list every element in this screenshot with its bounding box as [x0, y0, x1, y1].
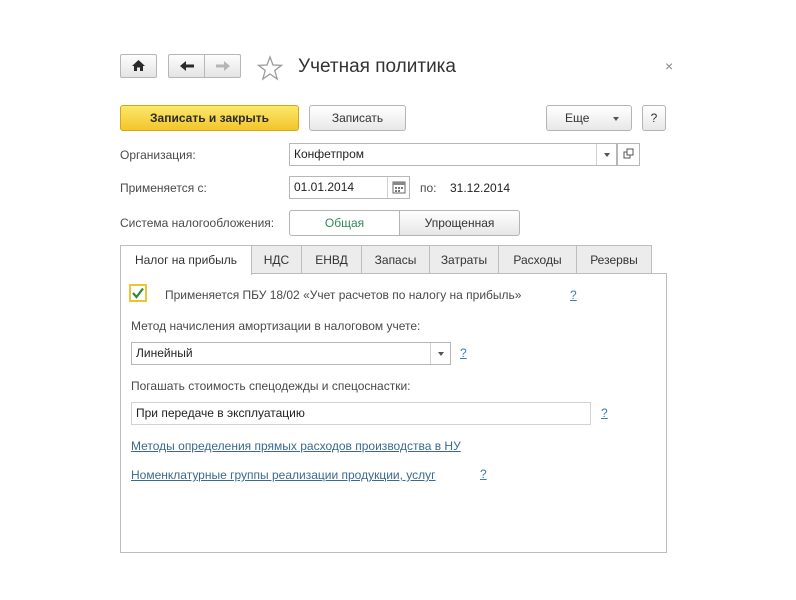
depreciation-dropdown-button[interactable]	[430, 343, 450, 364]
depreciation-method-value: Линейный	[136, 346, 193, 360]
open-icon	[623, 148, 634, 159]
more-label: Еще	[565, 111, 590, 125]
applies-from-label: Применяется с:	[120, 181, 207, 195]
pbu-checkbox[interactable]	[129, 284, 147, 302]
tax-system-option-general[interactable]: Общая	[289, 210, 400, 236]
more-button[interactable]: Еще	[546, 105, 632, 131]
tab-vat[interactable]: НДС	[251, 245, 302, 274]
help-button[interactable]: ?	[642, 105, 666, 131]
chevron-down-icon	[438, 352, 444, 356]
organization-dropdown-button[interactable]	[596, 144, 616, 165]
pbu-checkbox-label: Применяется ПБУ 18/02 «Учет расчетов по …	[165, 288, 522, 302]
organization-field[interactable]: Конфетпром	[289, 143, 617, 166]
calendar-icon	[392, 181, 406, 194]
calendar-button[interactable]	[387, 177, 409, 198]
pbu-help-link[interactable]: ?	[570, 288, 577, 302]
tax-system-label: Система налогообложения:	[120, 216, 275, 230]
tab-panel-profit-tax: Применяется ПБУ 18/02 «Учет расчетов по …	[120, 273, 667, 553]
tab-reserves[interactable]: Резервы	[576, 245, 652, 274]
workwear-value: При передаче в эксплуатацию	[136, 406, 305, 420]
nomenclature-help-link[interactable]: ?	[480, 467, 487, 481]
back-button[interactable]	[168, 54, 205, 78]
organization-label: Организация:	[120, 148, 196, 162]
applies-to-value: 31.12.2014	[450, 181, 511, 195]
depreciation-help-link[interactable]: ?	[460, 346, 467, 360]
save-button[interactable]: Записать	[309, 105, 406, 131]
arrow-left-icon	[180, 61, 194, 71]
chevron-down-icon	[604, 153, 610, 157]
applies-from-field[interactable]: 01.01.2014	[289, 176, 410, 199]
home-button[interactable]	[120, 54, 157, 78]
workwear-field[interactable]: При передаче в эксплуатацию	[131, 402, 591, 425]
tab-inventory[interactable]: Запасы	[361, 245, 430, 274]
home-icon	[132, 60, 145, 71]
arrow-right-icon	[216, 61, 230, 71]
workwear-help-link[interactable]: ?	[601, 406, 608, 420]
organization-open-button[interactable]	[617, 143, 640, 166]
depreciation-method-field[interactable]: Линейный	[131, 342, 451, 365]
tax-system-option-simplified[interactable]: Упрощенная	[399, 210, 520, 236]
chevron-down-icon	[613, 117, 619, 121]
tab-expenses[interactable]: Расходы	[498, 245, 577, 274]
tab-costs[interactable]: Затраты	[429, 245, 499, 274]
checkmark-icon	[132, 287, 144, 299]
tab-profit-tax[interactable]: Налог на прибыль	[120, 245, 252, 275]
applies-to-label: по:	[420, 181, 437, 195]
tab-envd[interactable]: ЕНВД	[301, 245, 362, 274]
forward-button[interactable]	[204, 54, 241, 78]
save-and-close-button[interactable]: Записать и закрыть	[120, 105, 299, 131]
star-icon[interactable]	[257, 55, 283, 81]
workwear-label: Погашать стоимость спецодежды и спецосна…	[131, 379, 411, 393]
depreciation-label: Метод начисления амортизации в налоговом…	[131, 319, 421, 333]
window-title: Учетная политика	[298, 56, 456, 77]
applies-from-value: 01.01.2014	[294, 180, 355, 194]
direct-costs-methods-link[interactable]: Методы определения прямых расходов произ…	[131, 439, 461, 453]
close-icon[interactable]: ×	[665, 58, 673, 74]
nomenclature-groups-link[interactable]: Номенклатурные группы реализации продукц…	[131, 468, 436, 482]
organization-value: Конфетпром	[294, 147, 365, 161]
